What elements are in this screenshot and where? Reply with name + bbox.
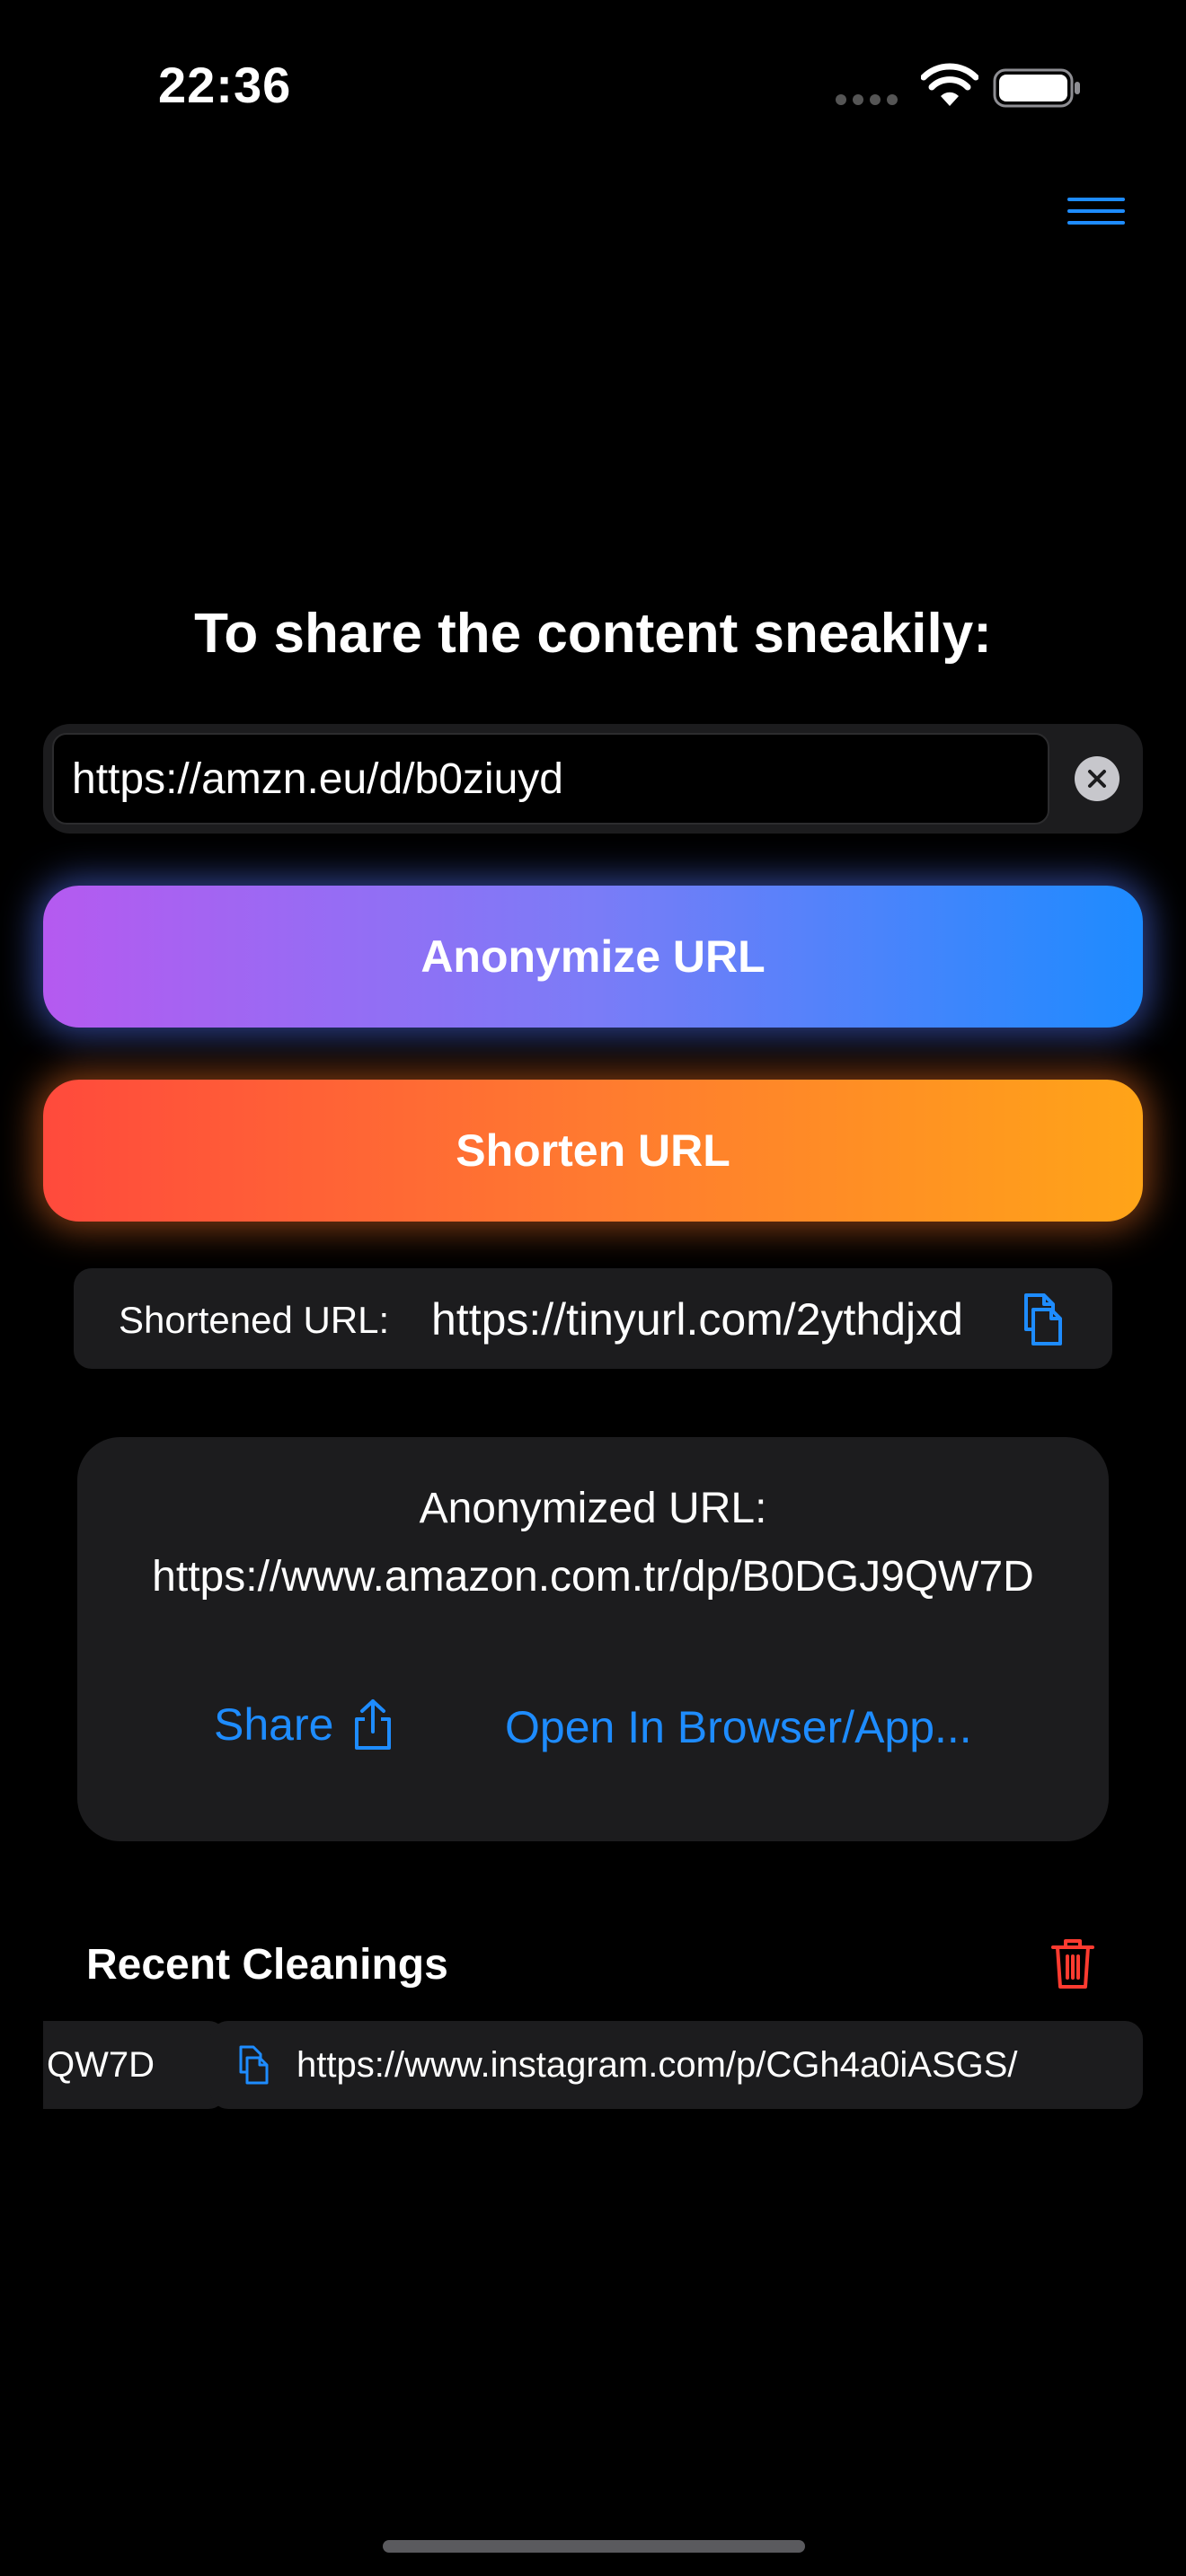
clear-history-button[interactable]	[1049, 1936, 1096, 1995]
anonymized-url-label: Anonymized URL:	[419, 1485, 767, 1532]
url-input[interactable]	[52, 733, 1049, 825]
screen: 22:36 To share the content sneakily: htt…	[0, 0, 1186, 2576]
wifi-icon	[921, 63, 978, 106]
recent-cleanings-list[interactable]: QW7D https://www.instagram.com/p/CGh4a0i…	[43, 2021, 1143, 2111]
recent-item-text: QW7D	[47, 2044, 155, 2085]
copy-icon	[239, 2045, 269, 2085]
trash-icon	[1051, 1939, 1094, 1989]
clear-input-button[interactable]	[1075, 756, 1120, 801]
recent-item[interactable]: https://www.instagram.com/p/CGh4a0iASGS/	[210, 2021, 1143, 2109]
cellular-signal-icon	[836, 93, 904, 110]
share-button[interactable]: Share	[214, 1698, 394, 1751]
share-icon	[355, 1699, 392, 1750]
close-icon	[1088, 770, 1106, 788]
battery-icon	[993, 68, 1080, 108]
copy-shortened-button[interactable]	[1017, 1290, 1067, 1354]
home-indicator[interactable]	[383, 2540, 805, 2553]
anonymize-url-button[interactable]: Anonymize URL	[43, 886, 1143, 1028]
status-time: 22:36	[158, 57, 292, 113]
recent-item-text: https://www.instagram.com/p/CGh4a0iASGS/	[296, 2044, 1018, 2085]
anonymized-url-actions: Share Open In Browser/App...	[77, 1698, 1109, 1760]
anonymized-url-card: Anonymized URL: https://www.amazon.com.t…	[77, 1437, 1109, 1841]
shortened-url-card: Shortened URL: https://tinyurl.com/2ythd…	[74, 1268, 1112, 1369]
copy-icon	[1024, 1293, 1062, 1345]
anonymized-url-value[interactable]: https://www.amazon.com.tr/dp/B0DGJ9QW7D	[77, 1552, 1109, 1601]
page-heading: To share the content sneakily:	[194, 603, 992, 665]
hamburger-menu-icon	[1067, 198, 1125, 225]
status-indicators	[836, 63, 1087, 111]
share-label: Share	[214, 1699, 334, 1750]
shortened-url-value[interactable]: https://tinyurl.com/2ythdjxd	[431, 1293, 963, 1345]
menu-button[interactable]	[1060, 189, 1132, 234]
recent-item[interactable]: QW7D	[43, 2021, 226, 2109]
shortened-url-label: Shortened URL:	[119, 1299, 390, 1341]
recent-cleanings-title: Recent Cleanings	[86, 1941, 448, 1989]
url-input-container	[43, 724, 1143, 834]
open-in-browser-button[interactable]: Open In Browser/App...	[505, 1701, 972, 1753]
shorten-url-button[interactable]: Shorten URL	[43, 1080, 1143, 1222]
